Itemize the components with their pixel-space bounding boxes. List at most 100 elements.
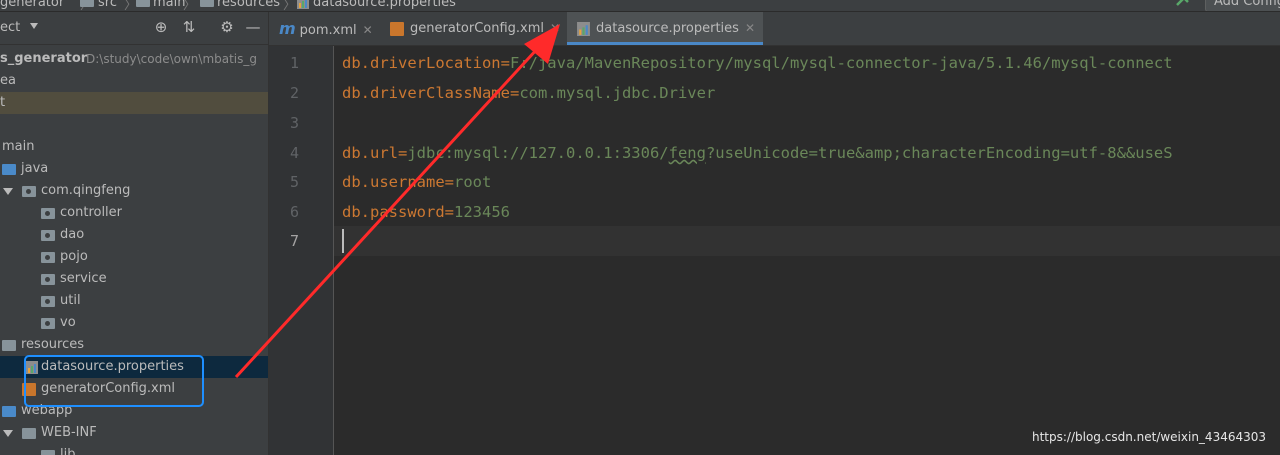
tree-item-web-inf[interactable]: WEB-INF	[0, 422, 268, 444]
tree-item-service[interactable]: service	[0, 268, 268, 290]
typo-warning-text: feng	[668, 144, 706, 162]
tree-item-com-qingfeng[interactable]: com.qingfeng	[0, 180, 268, 202]
annotation-highlight-box	[24, 355, 204, 407]
navigation-bar: generator 〉 src 〉 main 〉 resources 〉 dat…	[0, 0, 1280, 12]
tab-datasource-properties[interactable]: datasource.properties ✕	[567, 12, 763, 45]
code-line-2: db.driverClassName=com.mysql.jdbc.Driver	[342, 84, 716, 102]
close-icon[interactable]: ✕	[745, 21, 755, 35]
tab-label: pom.xml	[299, 23, 357, 38]
close-icon[interactable]: ✕	[363, 23, 373, 37]
package-icon	[41, 252, 55, 263]
web-folder-icon	[2, 406, 16, 417]
line-number: 7	[289, 232, 299, 250]
expand-arrow-icon[interactable]	[3, 188, 13, 195]
tree-item-idea[interactable]: ea	[0, 70, 268, 92]
tree-item-label: WEB-INF	[41, 425, 97, 440]
property-key: db.driverClassName	[342, 84, 510, 102]
breadcrumb-separator: 〉	[183, 0, 197, 12]
tree-item-util[interactable]: util	[0, 290, 268, 312]
resources-folder-icon	[2, 340, 16, 351]
close-icon[interactable]: ✕	[550, 21, 560, 35]
line-number: 5	[289, 173, 299, 191]
package-icon	[41, 296, 55, 307]
package-icon	[22, 186, 36, 197]
properties-file-icon	[577, 21, 590, 36]
expand-arrow-icon[interactable]	[3, 430, 13, 437]
properties-file-icon	[297, 0, 309, 9]
tree-item-main[interactable]: main	[0, 136, 268, 158]
module-name: s_generator	[0, 51, 88, 66]
code-editor[interactable]: 1 2 3 4 5 6 7 db.driverLocation=F:/java/…	[269, 46, 1280, 455]
tree-item-label: util	[60, 293, 81, 308]
gear-icon[interactable]: ⚙	[218, 18, 236, 36]
property-value: root	[454, 173, 492, 191]
watermark-text: https://blog.csdn.net/weixin_43464303	[1032, 430, 1267, 444]
tree-item-target[interactable]: t	[0, 92, 268, 114]
tree-item-pojo[interactable]: pojo	[0, 246, 268, 268]
build-hammer-icon[interactable]	[1176, 0, 1190, 6]
project-panel-header: ect ⊕ ⇅ ⚙ —	[0, 12, 268, 45]
tab-label: generatorConfig.xml	[410, 21, 545, 36]
code-line-6: db.password=123456	[342, 203, 510, 221]
breadcrumb-main[interactable]: main	[153, 0, 185, 10]
property-key: db.password	[342, 203, 445, 221]
tree-item-label: ea	[0, 73, 16, 88]
breadcrumb-file[interactable]: datasource.properties	[313, 0, 456, 10]
folder-icon	[200, 0, 214, 7]
tree-item-controller[interactable]: controller	[0, 202, 268, 224]
package-icon	[41, 274, 55, 285]
collapse-all-icon[interactable]: ⇅	[180, 18, 198, 36]
tree-item-label: lib	[60, 447, 76, 455]
module-path: D:\study\code\own\mbatis_g	[86, 52, 258, 66]
line-number-gutter: 1 2 3 4 5 6 7	[269, 46, 334, 455]
tree-item-label: java	[21, 161, 49, 176]
tree-item-label: t	[0, 95, 6, 110]
property-value: F:/java/MavenRepository/mysql/mysql-conn…	[509, 54, 1173, 72]
tree-root-module[interactable]: s_generator D:\study\code\own\mbatis_g	[0, 48, 268, 70]
tree-item-label: com.qingfeng	[41, 183, 131, 198]
tree-item-label: pojo	[60, 249, 88, 264]
tab-label: datasource.properties	[596, 21, 739, 36]
code-line-1: db.driverLocation=F:/java/MavenRepositor…	[342, 54, 1173, 72]
tab-pom-xml[interactable]: m pom.xml ✕	[279, 12, 373, 45]
line-number: 2	[289, 84, 299, 102]
tree-item-label: dao	[60, 227, 85, 242]
tree-item-label: vo	[60, 315, 76, 330]
tree-item-label: resources	[21, 337, 85, 352]
tree-item-lib[interactable]: lib	[0, 444, 268, 455]
source-folder-icon	[2, 164, 16, 175]
line-number: 6	[289, 203, 299, 221]
project-panel: ect ⊕ ⇅ ⚙ — s_generator D:\study\code\ow…	[0, 12, 269, 455]
breadcrumb-src[interactable]: src	[98, 0, 117, 10]
tree-item-dao[interactable]: dao	[0, 224, 268, 246]
tree-item-label: main	[2, 139, 35, 154]
property-key: db.username	[342, 173, 445, 191]
tab-generatorconfig-xml[interactable]: generatorConfig.xml ✕	[390, 12, 560, 45]
xml-file-icon	[390, 21, 404, 36]
project-view-selector[interactable]: ect	[0, 20, 20, 35]
folder-icon	[22, 428, 36, 439]
tree-item-label: controller	[60, 205, 123, 220]
folder-icon	[80, 0, 94, 7]
property-value: jdbc:mysql://127.0.0.1:3306/	[407, 144, 669, 162]
line-number: 1	[289, 54, 299, 72]
breadcrumb-project[interactable]: generator	[0, 0, 64, 10]
folder-icon	[136, 0, 150, 7]
tree-item-vo[interactable]: vo	[0, 312, 268, 334]
tree-item-java[interactable]: java	[0, 158, 268, 180]
folder-icon	[41, 450, 55, 455]
chevron-down-icon[interactable]	[30, 23, 38, 29]
property-value: com.mysql.jdbc.Driver	[519, 84, 716, 102]
property-key: db.url	[342, 144, 398, 162]
line-number: 4	[289, 144, 299, 162]
locate-file-icon[interactable]: ⊕	[152, 18, 170, 36]
breadcrumb-resources[interactable]: resources	[217, 0, 280, 10]
package-icon	[41, 318, 55, 329]
hide-panel-icon[interactable]: —	[244, 18, 262, 36]
line-number: 3	[289, 114, 299, 132]
add-configuration-button[interactable]: Add Config	[1205, 0, 1280, 11]
code-line-4: db.url=jdbc:mysql://127.0.0.1:3306/feng?…	[342, 144, 1173, 162]
tree-item-resources[interactable]: resources	[0, 334, 268, 356]
maven-icon: m	[279, 19, 296, 38]
package-icon	[41, 208, 55, 219]
